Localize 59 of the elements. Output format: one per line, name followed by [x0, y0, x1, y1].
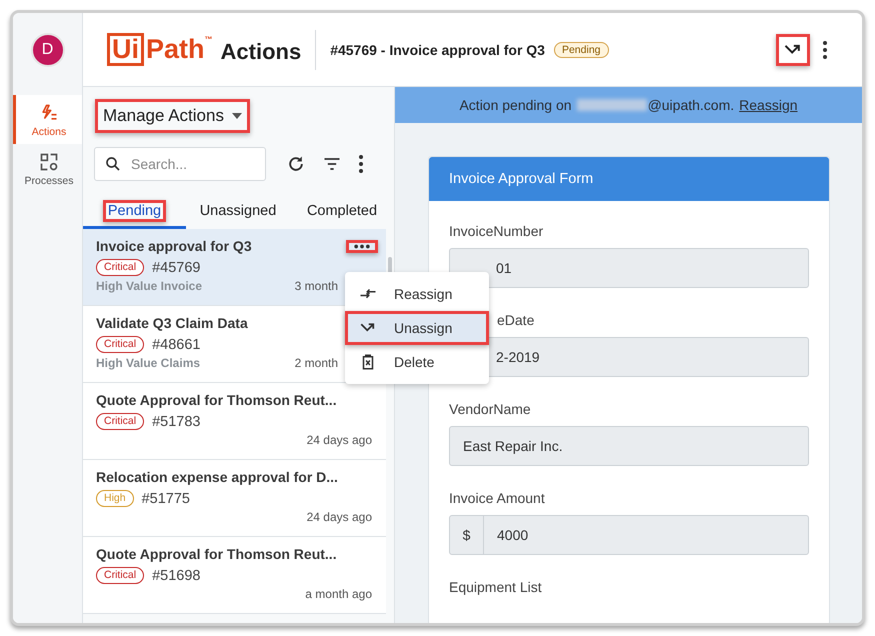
timestamp: a month ago: [305, 587, 372, 601]
reassign-link[interactable]: Reassign: [739, 97, 798, 113]
refresh-icon: [286, 154, 306, 174]
priority-badge: Critical: [96, 567, 144, 584]
menu-item[interactable]: Unassign: [345, 311, 489, 345]
search-field[interactable]: Search...: [94, 147, 266, 181]
form-title: Invoice Approval Form: [429, 157, 829, 201]
action-title: Quote Approval for Thomson Reut...: [96, 392, 337, 408]
tab[interactable]: Completed: [290, 199, 394, 229]
status-badge: Pending: [554, 42, 609, 58]
amount-field[interactable]: $ 4000: [449, 515, 809, 555]
action-title: Invoice approval for Q3: [96, 238, 252, 254]
priority-badge: Critical: [96, 413, 144, 430]
manage-actions-dropdown[interactable]: Manage Actions: [95, 99, 250, 133]
action-title: #45769 - Invoice approval for Q3: [330, 42, 545, 58]
action-title: Relocation expense approval for D...: [96, 469, 338, 485]
action-category: High Value Invoice: [96, 279, 202, 293]
priority-badge: Critical: [96, 259, 144, 276]
field-label: VendorName: [449, 401, 532, 417]
action-list-item[interactable]: Quote Approval for Thomson Reut... Critical #51698 a month ago: [83, 537, 386, 614]
vertical-dots-icon: [358, 154, 364, 174]
action-number: #48661: [152, 336, 200, 352]
priority-badge: Critical: [96, 336, 144, 353]
vertical-dots-icon: [822, 40, 828, 60]
caret-icon: [232, 113, 242, 119]
field-label: Equipment List: [449, 579, 543, 595]
uipath-logo: Ui Path™: [107, 33, 213, 66]
blurred-text: [576, 99, 647, 111]
app-name: Actions: [220, 38, 302, 64]
tab[interactable]: Unassigned: [186, 199, 290, 229]
shapes-gear-icon: [39, 152, 59, 172]
avatar[interactable]: D: [30, 33, 64, 67]
action-title: Validate Q3 Claim Data: [96, 315, 248, 331]
timestamp: 2 month: [294, 356, 338, 370]
more-options-button[interactable]: [346, 240, 378, 252]
horizontal-dots-icon: [353, 244, 371, 248]
nav-item[interactable]: Processes: [13, 144, 82, 193]
action-list-item[interactable]: Invoice approval for Q3 Critical #45769 High Value Invoice 3 month: [83, 229, 386, 306]
banner-text: @uipath.com.: [648, 97, 734, 113]
action-list-item[interactable]: Relocation expense approval for D... High #51775 24 days ago: [83, 460, 386, 537]
action-number: #45769: [152, 260, 200, 276]
field-label: InvoiceNumber: [449, 223, 544, 239]
action-title: Quote Approval for Thomson Reut...: [96, 546, 337, 562]
timestamp: 24 days ago: [306, 510, 372, 524]
action-number: #51698: [152, 568, 200, 584]
input-field[interactable]: East Repair Inc.: [449, 426, 809, 466]
field-label: Invoice Amount: [449, 490, 546, 506]
action-category: High Value Claims: [96, 356, 200, 370]
nav-item[interactable]: Actions: [13, 95, 82, 144]
unassign-button[interactable]: [776, 34, 810, 66]
action-number: #51783: [152, 414, 200, 430]
input-field[interactable]: 01: [449, 248, 809, 288]
action-number: #51775: [142, 490, 190, 506]
banner-text: Action pending on: [459, 97, 572, 113]
timestamp: 3 month: [294, 279, 338, 293]
field-label: eDate: [496, 312, 536, 328]
action-list-item[interactable]: Quote Approval for Thomson Reut... Critical #51783 24 days ago: [83, 383, 386, 460]
priority-badge: High: [96, 490, 134, 507]
timestamp: 24 days ago: [306, 433, 372, 447]
